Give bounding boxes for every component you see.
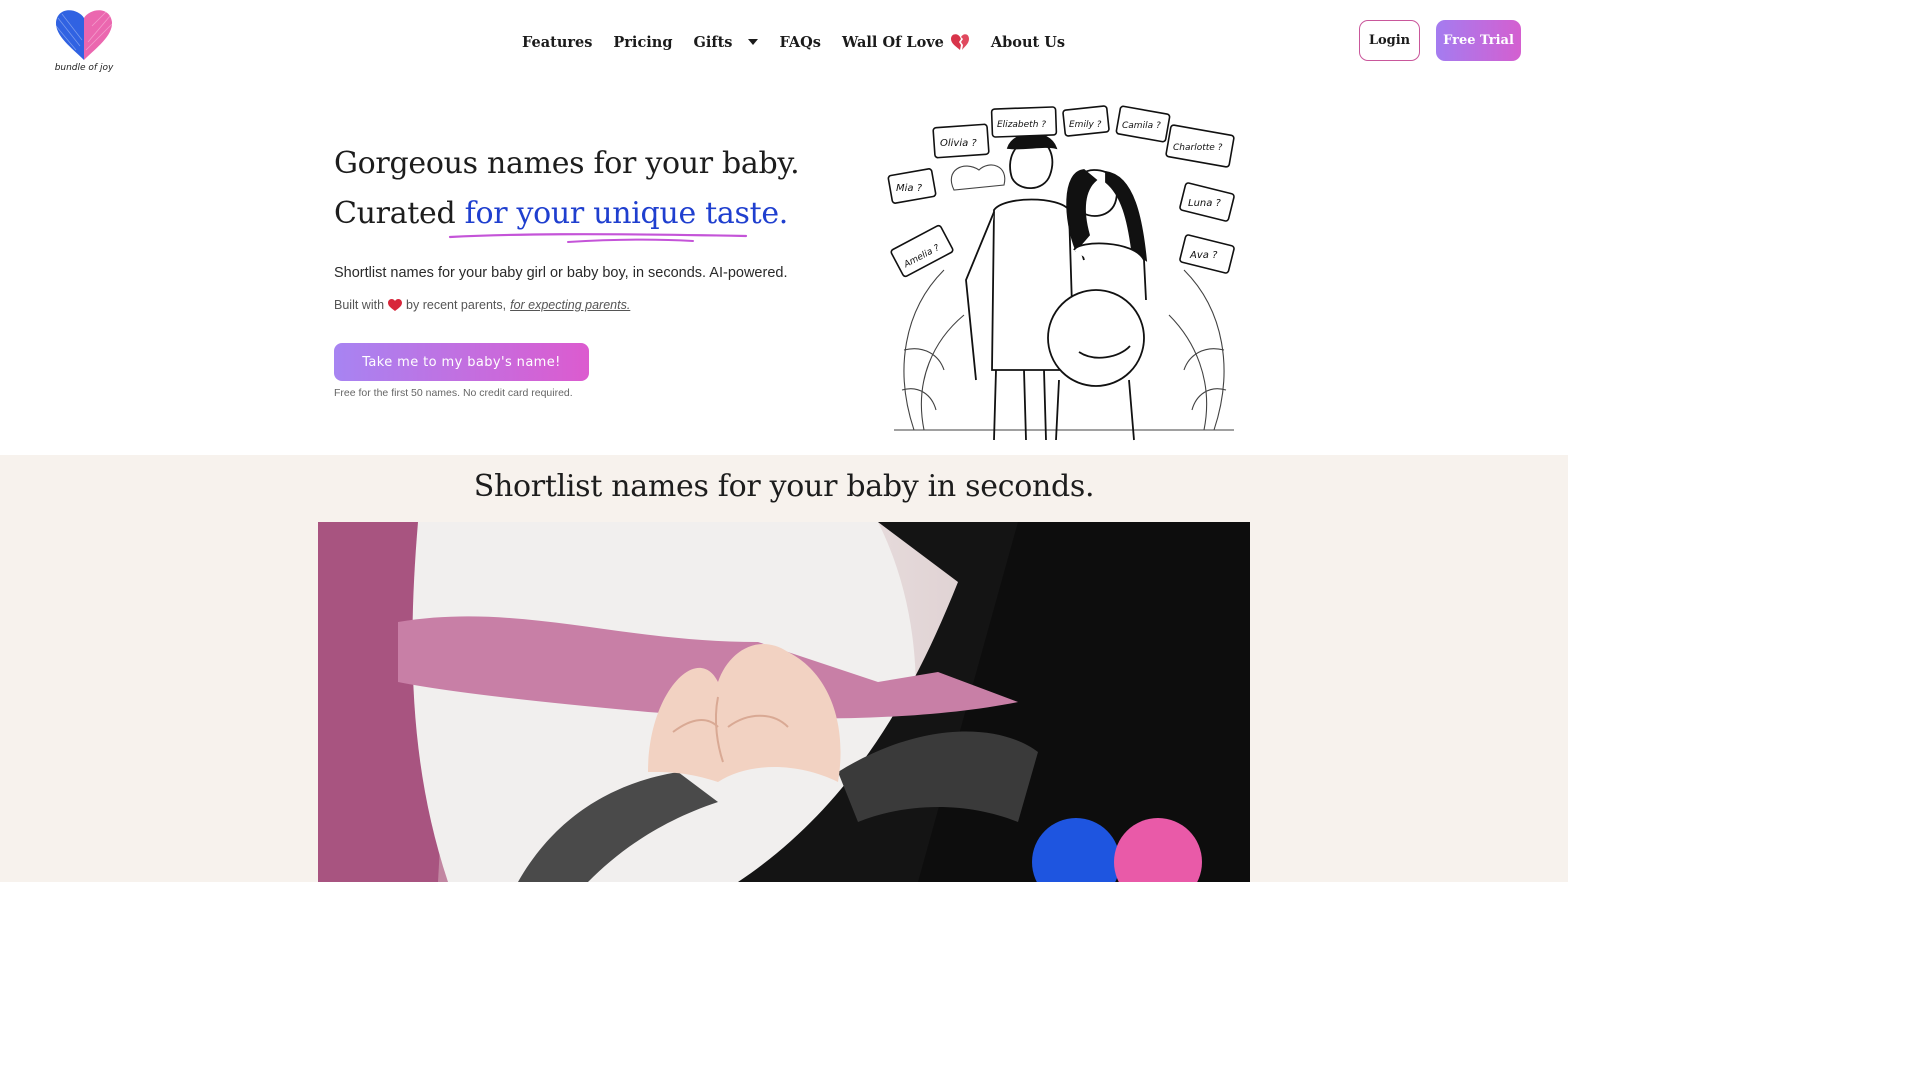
hero-video-thumbnail[interactable] xyxy=(318,522,1250,882)
bubble-luna-text: Luna ? xyxy=(1188,198,1222,209)
hero-headline: Gorgeous names for your baby. xyxy=(334,146,800,181)
nav-label: FAQs xyxy=(779,33,821,51)
main-nav: Features Pricing Gifts FAQs Wall Of Love… xyxy=(522,0,1065,84)
bubble-mia-text: Mia ? xyxy=(896,183,923,194)
hero-subheadline: Curated for your unique taste. xyxy=(334,196,788,232)
features-section: Shortlist names for your baby in seconds… xyxy=(0,455,1568,882)
nav-about-us[interactable]: About Us xyxy=(991,34,1065,51)
hero-accent-text: for your unique taste. xyxy=(464,196,789,231)
nav-faqs[interactable]: FAQs xyxy=(779,34,821,51)
nav-label: Wall Of Love xyxy=(841,33,944,51)
site-header: bundle of joy Features Pricing Gifts FAQ… xyxy=(0,0,1568,84)
logo-text: bundle of joy xyxy=(54,63,114,73)
nav-features[interactable]: Features xyxy=(522,34,592,51)
scribble-underline-icon xyxy=(448,233,748,243)
section-title: Shortlist names for your baby in seconds… xyxy=(473,469,1095,504)
built-with-prefix: Built with xyxy=(334,298,385,312)
parents-illustration: Olivia ? Elizabeth ? Emily ? Camila ? Ch… xyxy=(887,105,1235,441)
free-trial-button[interactable]: Free Trial xyxy=(1436,20,1521,61)
nav-gifts[interactable]: Gifts xyxy=(693,33,759,51)
nav-label: About Us xyxy=(990,33,1066,51)
nav-label: Pricing xyxy=(613,33,673,51)
bubble-ava-text: Ava ? xyxy=(1189,250,1218,261)
built-with-middle: by recent parents, xyxy=(406,298,507,312)
logo[interactable]: bundle of joy xyxy=(50,6,118,76)
bubble-emily-text: Emily ? xyxy=(1069,120,1102,130)
cta-button[interactable]: Take me to my baby's name! xyxy=(334,343,589,381)
bubble-camila-text: Camila ? xyxy=(1122,121,1161,131)
nav-wall-of-love[interactable]: Wall Of Love xyxy=(842,33,970,51)
free-note: Free for the first 50 names. No credit c… xyxy=(334,387,573,399)
built-with-line: Built with by recent parents, for expect… xyxy=(334,298,630,312)
broken-heart-icon xyxy=(950,34,969,50)
heart-logo-icon xyxy=(55,10,113,60)
bubble-elizabeth-text: Elizabeth ? xyxy=(997,120,1046,130)
expecting-parents-link[interactable]: for expecting parents. xyxy=(510,298,630,312)
caret-down-icon xyxy=(748,39,759,45)
bubble-olivia-text: Olivia ? xyxy=(940,138,977,149)
bubble-olivia: Olivia ? xyxy=(932,123,990,159)
heart-icon xyxy=(388,298,403,311)
hero-subheadline-prefix: Curated xyxy=(334,196,465,231)
nav-label: Features xyxy=(522,33,593,51)
login-button[interactable]: Login xyxy=(1359,20,1420,61)
hero-subtitle: Shortlist names for your baby girl or ba… xyxy=(334,265,788,281)
bubble-charlotte-text: Charlotte ? xyxy=(1173,143,1223,153)
nav-label: Gifts xyxy=(693,33,733,51)
nav-pricing[interactable]: Pricing xyxy=(613,34,672,51)
